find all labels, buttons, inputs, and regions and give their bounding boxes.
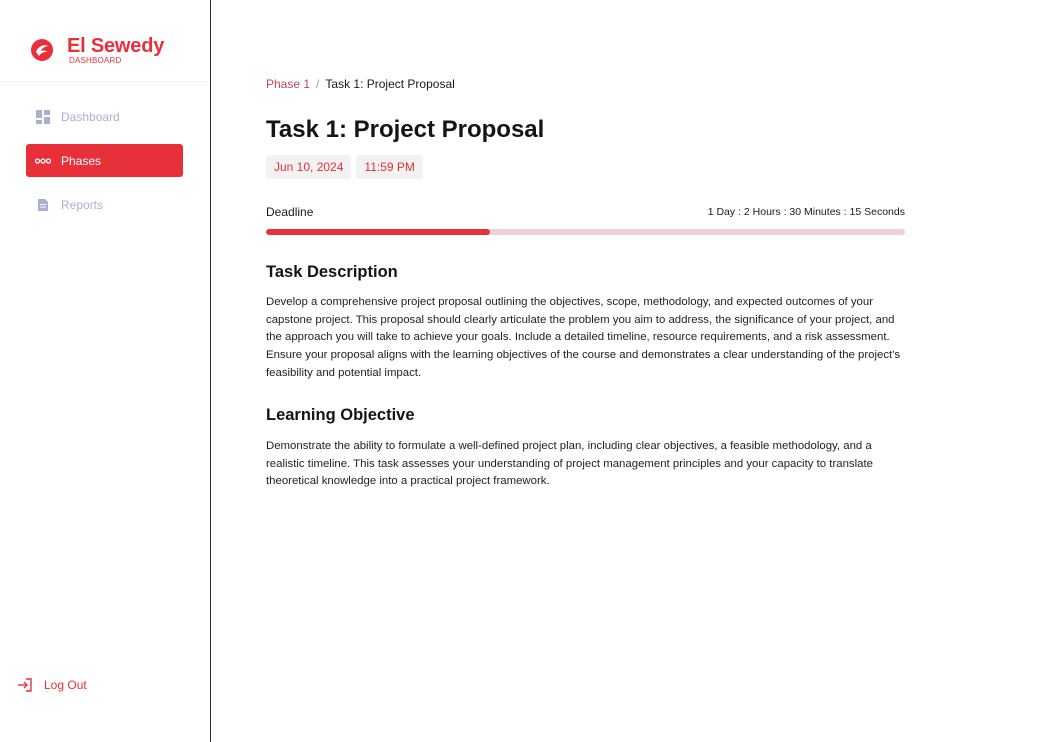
deadline-label: Deadline	[266, 205, 314, 219]
sidebar: El Sewedy DASHBOARD Dashboard Phases Rep…	[0, 0, 211, 742]
task-description-heading: Task Description	[266, 263, 398, 281]
logout-button[interactable]: Log Out	[17, 676, 87, 693]
sidebar-item-reports[interactable]: Reports	[26, 188, 183, 221]
phases-dots-icon	[35, 153, 51, 169]
dashboard-grid-icon	[35, 109, 51, 125]
due-date-chips: Jun 10, 2024 11:59 PM	[266, 155, 423, 179]
breadcrumb-link-phase[interactable]: Phase 1	[266, 77, 310, 91]
learning-objective-heading: Learning Objective	[266, 406, 415, 424]
due-time-badge: 11:59 PM	[356, 155, 423, 179]
page-title: Task 1: Project Proposal	[266, 116, 545, 143]
task-description-text: Develop a comprehensive project proposal…	[266, 296, 901, 379]
sidebar-item-label: Phases	[61, 153, 102, 168]
sidebar-item-phases[interactable]: Phases	[26, 144, 183, 177]
sidebar-item-label: Dashboard	[61, 109, 120, 124]
deadline-row: Deadline 1 Day : 2 Hours : 30 Minutes : …	[266, 205, 905, 219]
breadcrumb: Phase 1 / Task 1: Project Proposal	[266, 77, 455, 91]
brand[interactable]: El Sewedy DASHBOARD	[30, 34, 164, 66]
brand-name: El Sewedy	[67, 34, 165, 57]
breadcrumb-separator: /	[316, 77, 320, 91]
deadline-progress-fill	[266, 229, 490, 235]
reports-document-icon	[35, 197, 51, 213]
brand-subtitle: DASHBOARD	[69, 55, 122, 65]
learning-objective-text: Demonstrate the ability to formulate a w…	[266, 440, 873, 488]
brand-text: El Sewedy DASHBOARD	[67, 36, 164, 65]
due-date-badge: Jun 10, 2024	[266, 155, 352, 179]
logout-label: Log Out	[44, 677, 87, 692]
brand-divider	[0, 81, 210, 82]
logout-icon	[17, 676, 34, 693]
deadline-progress-bar	[266, 229, 905, 235]
deadline-countdown: 1 Day : 2 Hours : 30 Minutes : 15 Second…	[707, 206, 905, 218]
sidebar-item-dashboard[interactable]: Dashboard	[26, 100, 183, 133]
el-sewedy-logo-icon	[30, 38, 54, 62]
sidebar-item-label: Reports	[61, 197, 104, 212]
breadcrumb-current: Task 1: Project Proposal	[325, 77, 455, 91]
